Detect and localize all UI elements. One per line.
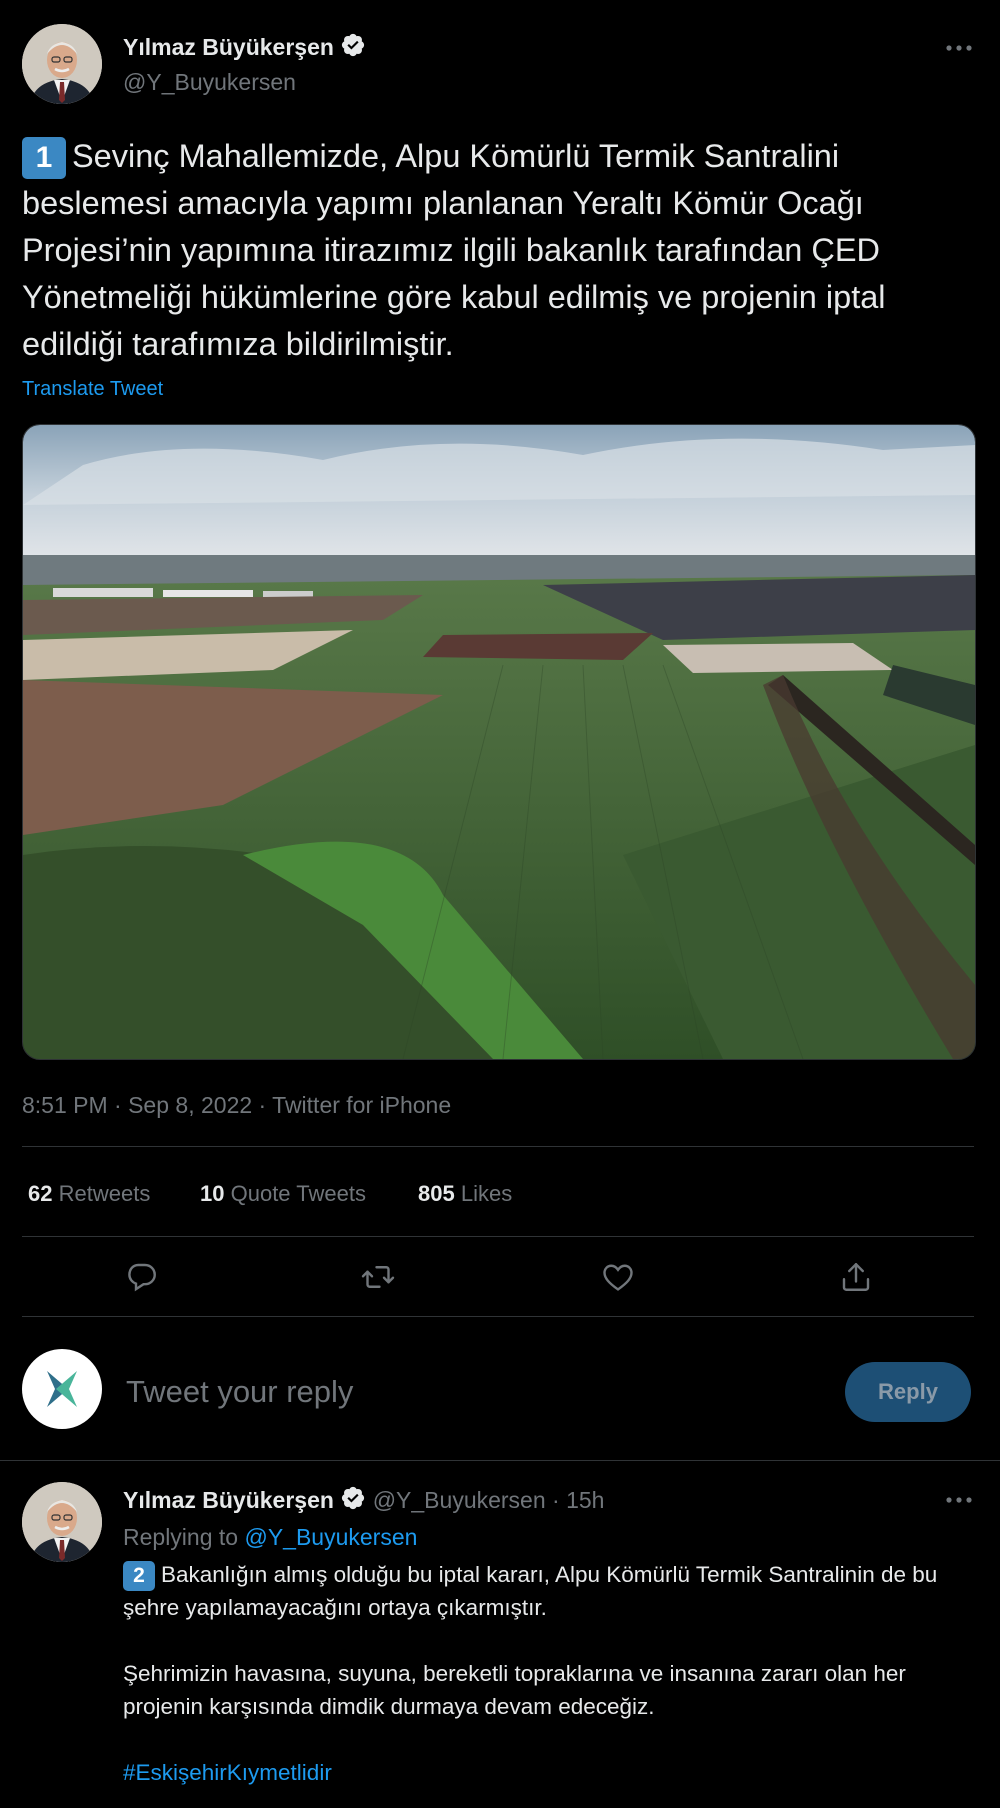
share-icon[interactable] xyxy=(838,1259,874,1295)
replying-to-label: Replying to xyxy=(123,1524,239,1550)
divider xyxy=(22,1316,974,1317)
divider xyxy=(22,1146,974,1147)
reply-author-avatar[interactable] xyxy=(22,1482,102,1562)
reply-paragraph-2: Şehrimizin havasına, suyuna, bereketli t… xyxy=(123,1661,906,1719)
tweet-text: 1 Sevinç Mahallemizde, Alpu Kömürlü Termi… xyxy=(22,137,886,362)
translate-tweet-link[interactable]: Translate Tweet xyxy=(22,376,163,402)
keycap-2-emoji: 2 xyxy=(123,1561,155,1591)
hashtag-link[interactable]: #EskişehirKıymetlidir xyxy=(123,1756,983,1789)
reply-icon[interactable] xyxy=(124,1259,160,1295)
current-user-avatar[interactable] xyxy=(22,1349,102,1429)
retweet-icon[interactable] xyxy=(360,1259,396,1295)
more-icon[interactable] xyxy=(944,38,974,58)
author-name[interactable]: Yılmaz Büyükerşen xyxy=(123,34,334,60)
divider xyxy=(22,1236,974,1237)
reply-input[interactable]: Tweet your reply xyxy=(126,1373,826,1411)
reply-time[interactable]: · 15h xyxy=(552,1487,604,1513)
reply-author-handle[interactable]: @Y_Buyukersen xyxy=(373,1487,546,1513)
likes-stat[interactable]: 805 Likes xyxy=(418,1180,512,1208)
verified-badge-icon xyxy=(340,32,366,65)
heart-icon[interactable] xyxy=(600,1259,636,1295)
author-handle[interactable]: @Y_Buyukersen xyxy=(123,67,296,97)
section-separator xyxy=(0,1460,1000,1461)
retweets-stat[interactable]: 62 Retweets xyxy=(28,1180,150,1208)
replying-to-handle[interactable]: @Y_Buyukersen xyxy=(244,1524,417,1550)
reply-text: 2 Bakanlığın almış olduğu bu iptal kararı… xyxy=(123,1558,983,1789)
quote-tweets-stat[interactable]: 10 Quote Tweets xyxy=(200,1180,366,1208)
reply-button[interactable]: Reply xyxy=(845,1362,971,1422)
tweet-media-image[interactable] xyxy=(22,424,976,1060)
verified-badge-icon xyxy=(340,1485,366,1518)
tweet-timestamp[interactable]: 8:51 PM · Sep 8, 2022 · Twitter for iPho… xyxy=(22,1090,451,1120)
more-icon[interactable] xyxy=(944,1490,974,1510)
reply-author-name[interactable]: Yılmaz Büyükerşen xyxy=(123,1487,334,1513)
author-avatar[interactable] xyxy=(22,24,102,104)
keycap-1-emoji: 1 xyxy=(22,137,66,179)
